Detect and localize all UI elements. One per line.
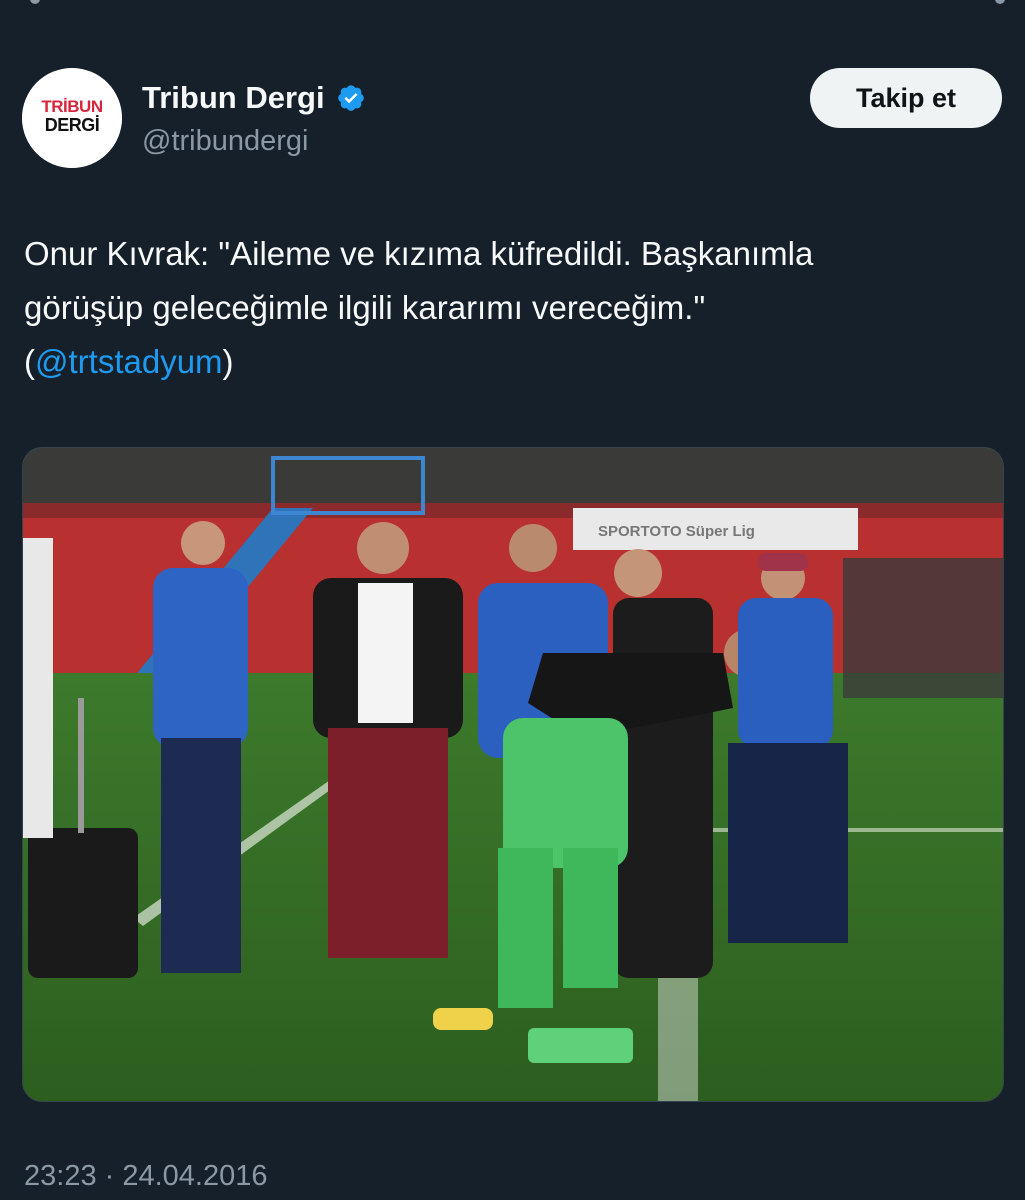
mention-link[interactable]: @trtstadyum (35, 343, 223, 380)
football-pitch-photo: SPORTOTO Süper Lig (23, 448, 1003, 1101)
billboard-text: SPORTOTO Süper Lig (598, 523, 755, 540)
author-name-block: Tribun Dergi @tribundergi (142, 80, 366, 158)
tribun-dergi-logo: TRİBUN DERGİ (22, 68, 122, 168)
tweet-header: TRİBUN DERGİ Tribun Dergi @tribundergi T… (22, 68, 1002, 172)
tweet-text-line-3: (@trtstadyum) (24, 343, 234, 380)
tweet-text-line-2: görüşüp geleceğimle ilgili kararımı vere… (24, 289, 706, 326)
svg-text:TRİBUN: TRİBUN (41, 97, 102, 116)
tweet-timestamp[interactable]: 23:23 · 24.04.2016 (24, 1158, 267, 1194)
author-display-name[interactable]: Tribun Dergi (142, 80, 325, 116)
avatar[interactable]: TRİBUN DERGİ (22, 68, 122, 168)
tweet-text-line-1: Onur Kıvrak: "Aileme ve kızıma küfredild… (24, 235, 814, 272)
svg-text:DERGİ: DERGİ (45, 115, 100, 135)
previous-tweet-edge (0, 0, 1025, 10)
author-handle[interactable]: @tribundergi (142, 124, 366, 158)
verified-badge-icon (337, 85, 364, 111)
tweet-text: Onur Kıvrak: "Aileme ve kızıma küfredild… (24, 227, 984, 389)
follow-button[interactable]: Takip et (810, 68, 1002, 128)
tweet-photo[interactable]: SPORTOTO Süper Lig (22, 447, 1004, 1102)
